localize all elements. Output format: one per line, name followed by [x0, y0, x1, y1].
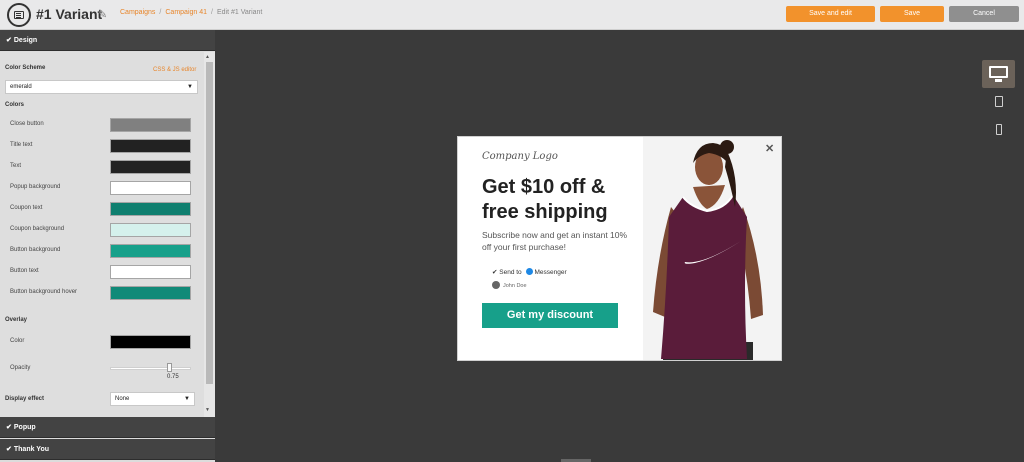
avatar — [492, 281, 500, 289]
desktop-view-button[interactable] — [982, 60, 1015, 88]
dropdown-caret-icon: ▼ — [187, 84, 193, 90]
dropdown-caret-icon: ▼ — [184, 396, 190, 402]
page-title: #1 Variant — [36, 6, 103, 22]
color-row-label: Coupon background — [10, 226, 65, 232]
overlay-label: Overlay — [5, 317, 28, 323]
color-swatch[interactable] — [110, 265, 191, 279]
scrollbar-thumb[interactable] — [206, 62, 213, 384]
model-photo — [643, 137, 781, 360]
color-row-label: Title text — [10, 142, 33, 148]
scroll-down-icon[interactable]: ▼ — [205, 407, 210, 413]
color-row-label: Popup background — [10, 184, 61, 190]
color-swatch[interactable] — [110, 160, 191, 174]
popup-headline: Get $10 off & free shipping — [482, 176, 608, 223]
section-thank-you-label: Thank You — [13, 446, 50, 453]
overlay-color-swatch[interactable] — [110, 335, 191, 349]
breadcrumb-campaigns[interactable]: Campaigns — [120, 9, 155, 16]
overlay-color-label: Color — [10, 338, 25, 344]
color-swatch[interactable] — [110, 223, 191, 237]
color-swatch[interactable] — [110, 181, 191, 195]
model-image — [643, 137, 781, 360]
tablet-icon — [995, 96, 1003, 107]
color-row-label: Coupon text — [10, 205, 43, 211]
get-discount-button[interactable]: Get my discount — [482, 303, 618, 328]
section-thank-you-header[interactable]: ✔ Thank You — [0, 439, 215, 460]
section-popup-label: Popup — [13, 424, 36, 431]
color-row-label: Button background — [10, 247, 61, 253]
messenger-user: John Doe — [492, 281, 527, 289]
color-row-label: Text — [10, 163, 22, 169]
color-swatch[interactable] — [110, 202, 191, 216]
colors-label: Colors — [5, 102, 25, 108]
display-effect-label: Display effect — [5, 396, 45, 402]
breadcrumb: Campaigns / Campaign 41/Edit #1 Variant — [120, 9, 263, 16]
desktop-icon — [989, 66, 1008, 78]
messenger-optin[interactable]: ✔ Send to Messenger — [492, 268, 567, 276]
color-row-label: Close button — [10, 121, 44, 127]
variant-icon — [7, 3, 31, 27]
messenger-label: Messenger — [534, 269, 567, 276]
send-to-label: Send to — [499, 269, 522, 276]
popup-subtext: Subscribe now and get an instant 10% off… — [482, 230, 628, 252]
save-button[interactable]: Save — [880, 6, 944, 22]
section-design-header[interactable]: ✔ Design — [0, 30, 215, 51]
opacity-label: Opacity — [10, 365, 31, 371]
checkbox-checked-icon: ✔ — [492, 269, 498, 276]
color-swatch[interactable] — [110, 244, 191, 258]
tablet-view-button[interactable] — [982, 90, 1015, 118]
color-swatch[interactable] — [110, 118, 191, 132]
color-swatch[interactable] — [110, 286, 191, 300]
opacity-slider-thumb[interactable] — [167, 363, 172, 372]
opacity-slider-track[interactable] — [110, 367, 191, 370]
messenger-icon — [525, 268, 533, 275]
color-scheme-select[interactable]: emerald ▼ — [5, 80, 198, 94]
top-bar: #1 Variant ✎ Campaigns / Campaign 41/Edit … — [0, 0, 1024, 30]
save-and-edit-button[interactable]: Save and edit — [786, 6, 875, 22]
check-icon: ✔ — [6, 37, 12, 44]
display-effect-select[interactable]: None ▼ — [110, 392, 195, 406]
color-row-label: Button text — [10, 268, 39, 274]
mobile-view-button[interactable] — [982, 119, 1015, 147]
breadcrumb-current: Edit #1 Variant — [216, 9, 263, 16]
color-scheme-value: emerald — [10, 84, 32, 90]
section-design-label: Design — [13, 37, 38, 44]
close-icon[interactable]: ✕ — [765, 142, 774, 155]
edit-pencil-icon[interactable]: ✎ — [98, 8, 107, 21]
check-icon: ✔ — [6, 446, 12, 453]
section-popup-header[interactable]: ✔ Popup — [0, 417, 215, 438]
color-row-label: Button background hover — [10, 289, 78, 295]
breadcrumb-campaign[interactable]: Campaign 41 — [165, 9, 207, 16]
color-swatch[interactable] — [110, 139, 191, 153]
display-effect-value: None — [115, 396, 130, 402]
cancel-button[interactable]: Cancel — [949, 6, 1019, 22]
scroll-up-icon[interactable]: ▲ — [205, 54, 210, 60]
opacity-value: 0.75 — [167, 374, 179, 380]
mobile-icon — [996, 124, 1002, 135]
css-js-editor-link[interactable]: CSS & JS editor — [153, 67, 196, 73]
user-name: John Doe — [503, 283, 527, 289]
color-scheme-label: Color Scheme — [5, 65, 46, 71]
check-icon: ✔ — [6, 424, 12, 431]
popup-preview: Company Logo Get $10 off & free shipping… — [457, 136, 782, 361]
company-logo: Company Logo — [482, 151, 558, 162]
